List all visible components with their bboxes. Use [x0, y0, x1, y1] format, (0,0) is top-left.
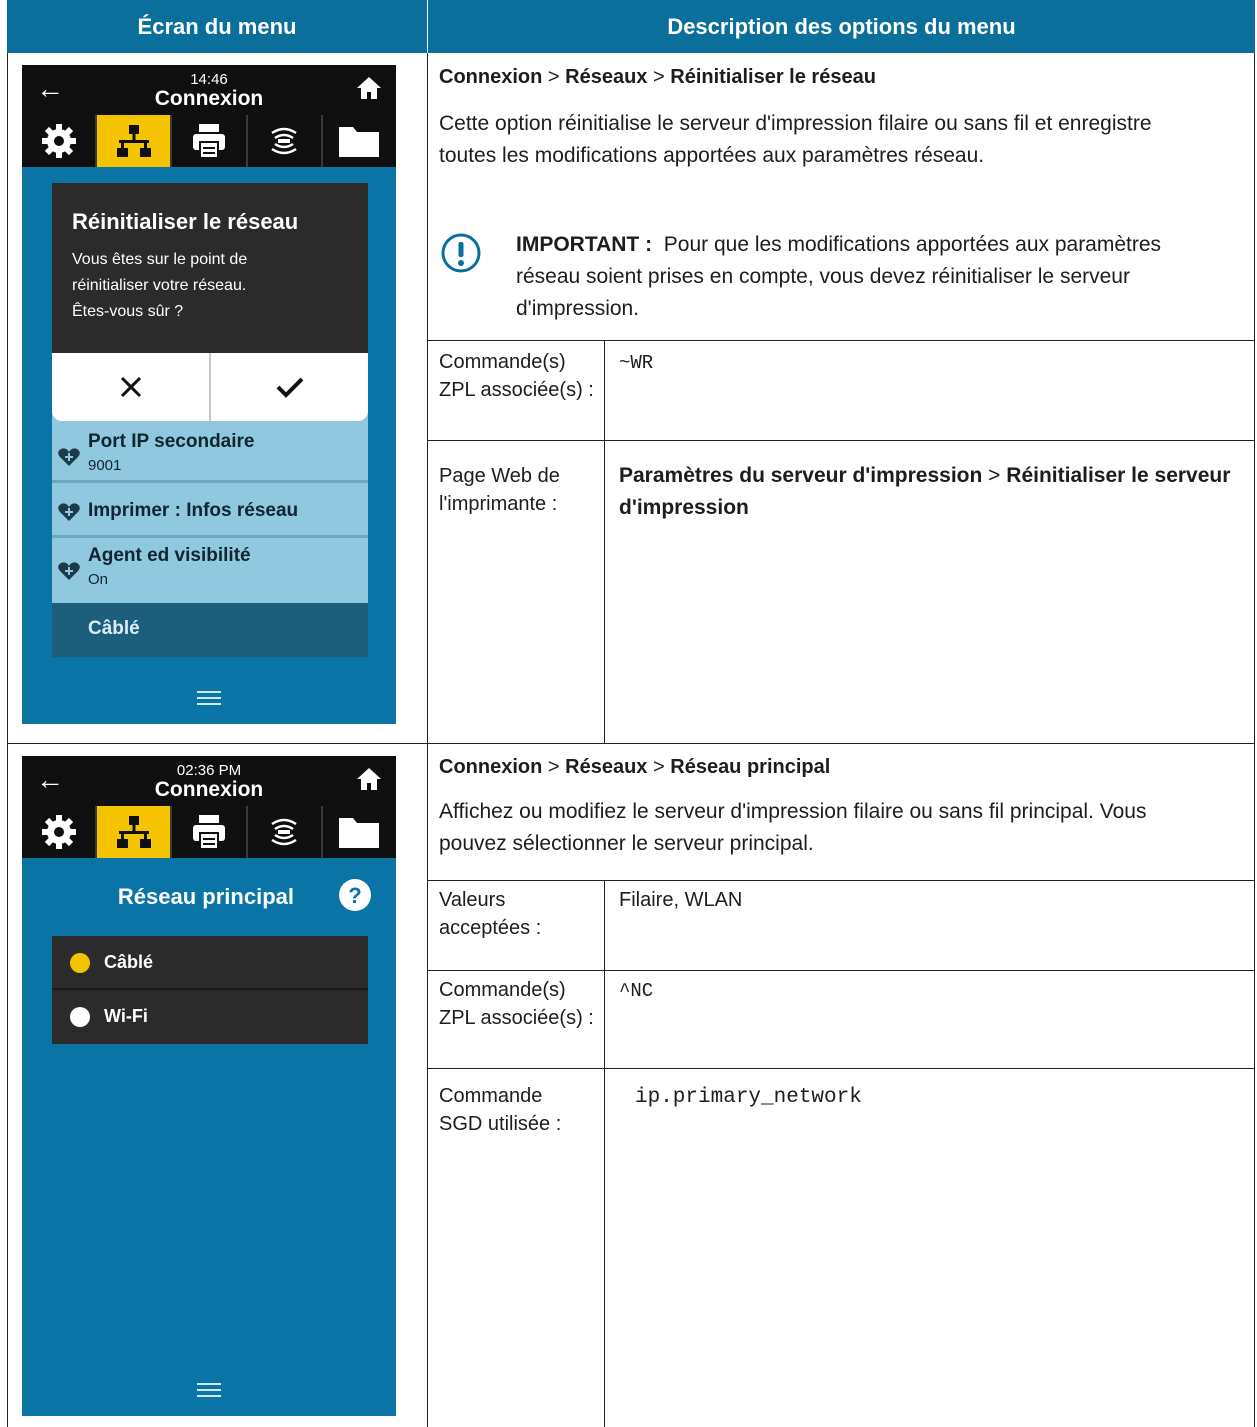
screen-title: Connexion — [154, 778, 264, 801]
printer-screen-reset-network: ← 14:46 Connexion Port IP secondaire 900… — [22, 65, 396, 724]
printer-icon[interactable] — [172, 806, 248, 858]
list-item-value: On — [88, 571, 109, 588]
radio-option-wired[interactable]: Câblé — [52, 936, 368, 990]
close-icon — [120, 376, 141, 398]
list-item-value: 9001 — [88, 457, 122, 474]
breadcrumb: Connexion > Réseaux > Réseau principal — [439, 756, 831, 778]
screen-title: Connexion — [154, 87, 264, 110]
accepted-values-label: Valeurs acceptées : — [439, 889, 542, 939]
settings-gear-icon[interactable] — [22, 806, 98, 858]
radio-selected-icon — [70, 953, 90, 973]
radio-label: Câblé — [104, 952, 154, 972]
category-tabs — [22, 806, 396, 858]
option-description: Cette option réinitialise le serveur d'i… — [439, 112, 1152, 167]
important-icon — [441, 233, 481, 273]
svg-text:?: ? — [348, 883, 361, 908]
document-table: Écran du menu Description des options du… — [7, 0, 1255, 1427]
list-item-label: Agent ed visibilité — [88, 545, 251, 566]
screen-top-bar: ← 02:36 PM Connexion — [22, 756, 396, 806]
list-item[interactable]: Port IP secondaire 9001 — [52, 427, 368, 483]
radio-label: Wi-Fi — [104, 1006, 148, 1026]
home-icon[interactable] — [356, 75, 382, 106]
screen-heading: Réseau principal — [117, 884, 294, 909]
screen-time: 14:46 — [190, 71, 228, 88]
help-icon[interactable]: ? — [338, 878, 372, 912]
heart-plus-icon — [58, 562, 80, 580]
settings-gear-icon[interactable] — [22, 115, 98, 167]
radio-option-wifi[interactable]: Wi-Fi — [52, 990, 368, 1044]
category-tabs — [22, 115, 396, 167]
section-header: Câblé — [52, 603, 368, 657]
folder-icon[interactable] — [323, 115, 396, 167]
wireless-sensor-icon[interactable] — [248, 806, 323, 858]
dialog-text: Vous êtes sur le point de réinitialiser … — [72, 251, 248, 320]
dialog-title: Réinitialiser le réseau — [72, 209, 299, 234]
network-icon[interactable] — [97, 115, 173, 167]
dialog-body: Réinitialiser le réseau Vous êtes sur le… — [52, 183, 368, 353]
zpl-value: ~WR — [619, 352, 654, 374]
accepted-values: Filaire, WLAN — [619, 889, 743, 911]
screen-top-bar: ← 14:46 Connexion — [22, 65, 396, 115]
radio-options: Câblé Wi-Fi — [52, 936, 368, 1044]
webpage-label: Page Web de l'imprimante : — [439, 465, 560, 515]
list-item-label: Port IP secondaire — [88, 431, 255, 452]
confirm-button[interactable] — [211, 353, 368, 421]
breadcrumb: Connexion > Réseaux > Réinitialiser le r… — [439, 66, 876, 88]
zpl-label: Commande(s) ZPL associée(s) : — [439, 979, 594, 1029]
zpl-label: Commande(s) ZPL associée(s) : — [439, 351, 594, 401]
webpage-path: Paramètres du serveur d'impression > Réi… — [619, 464, 1231, 519]
header-menu-screen: Écran du menu — [7, 0, 427, 53]
option-description: Affichez ou modifiez le serveur d'impres… — [439, 800, 1147, 855]
heart-plus-icon — [58, 503, 80, 521]
radio-unselected-icon — [70, 1007, 90, 1027]
heart-plus-icon — [58, 448, 80, 466]
home-icon[interactable] — [356, 766, 382, 797]
dialog-buttons — [52, 353, 368, 421]
reset-network-dialog: Réinitialiser le réseau Vous êtes sur le… — [52, 183, 368, 421]
hamburger-menu-icon[interactable] — [22, 1382, 396, 1398]
list-item[interactable]: Imprimer : Infos réseau — [52, 486, 368, 538]
screen-time: 02:36 PM — [176, 762, 242, 779]
list-item[interactable]: Agent ed visibilité On — [52, 541, 368, 599]
wireless-sensor-icon[interactable] — [248, 115, 323, 167]
list-item-label: Imprimer : Infos réseau — [88, 500, 299, 521]
zpl-value: ^NC — [619, 980, 654, 1002]
header-menu-description: Description des options du menu — [428, 0, 1255, 53]
checkmark-icon — [276, 377, 303, 398]
hamburger-menu-icon[interactable] — [22, 690, 396, 706]
network-icon[interactable] — [97, 806, 173, 858]
sgd-value: ip.primary_network — [635, 1086, 862, 1109]
printer-screen-primary-network: ← 02:36 PM Connexion Réseau principal ? … — [22, 756, 396, 1416]
important-note: IMPORTANT : Pour que les modifications a… — [516, 233, 1162, 320]
sgd-label: Commande SGD utilisée : — [439, 1085, 562, 1135]
printer-icon[interactable] — [172, 115, 248, 167]
folder-icon[interactable] — [323, 806, 396, 858]
cancel-button[interactable] — [52, 353, 211, 421]
